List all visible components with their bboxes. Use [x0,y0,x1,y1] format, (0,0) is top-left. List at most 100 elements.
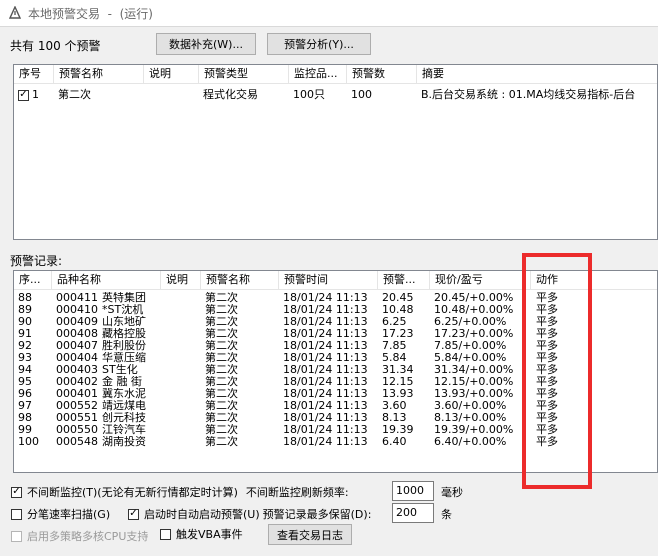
records-table-header: 序... 品种名称 说明 预警名称 预警时间 预警... 现价/盈亏 动作 [14,271,657,290]
max-records-unit: 条 [441,508,452,521]
vba-trigger-label: 触发VBA事件 [176,528,243,541]
col-rec-price[interactable]: 预警... [378,271,430,289]
col-desc[interactable]: 说明 [144,65,199,83]
view-trade-log-button[interactable]: 查看交易日志 [268,524,352,545]
tick-scan-label: 分笔速率扫描(G) [27,508,111,521]
refresh-label: 不间断监控刷新频率: [245,486,349,499]
record-row[interactable]: 95 000402 金 融 街 第二次 18/01/24 11:13 12.15 12.15… [14,376,657,388]
alert-row-checkbox[interactable]: ✓ [18,89,29,101]
record-row[interactable]: 100 000548 湖南投资 第二次 18/01/24 11:13 6.40 6.40/+… [14,436,657,448]
record-code: 000408 [56,328,98,340]
vba-trigger-option[interactable]: 触发VBA事件 [160,526,243,542]
col-rec-alert[interactable]: 预警名称 [201,271,279,289]
record-price: 13.93 [382,388,414,400]
record-stock-name: 金 融 街 [102,376,142,388]
record-price: 8.13 [382,412,407,424]
record-stock: 000401 冀东水泥 [52,388,161,400]
record-time: 18/01/24 11:13 [283,304,368,316]
tick-scan-checkbox[interactable] [11,508,22,520]
multi-strategy-label: 启用多策略多核CPU支持 [27,530,149,543]
record-stock: 000408 藏格控股 [52,328,161,340]
col-rec-time[interactable]: 预警时间 [279,271,378,289]
record-row[interactable]: 91 000408 藏格控股 第二次 18/01/24 11:13 17.23 17.23/… [14,328,657,340]
record-pnl: 19.39/+0.00% [434,424,514,436]
record-pnl: 6.40/+0.00% [434,436,507,448]
record-time: 18/01/24 11:13 [283,388,368,400]
record-price: 5.84 [382,352,407,364]
refresh-rate-input[interactable]: 1000 [392,481,434,501]
record-seq: 94 [18,364,32,376]
record-pnl: 13.93/+0.00% [434,388,514,400]
continuous-monitor-option[interactable]: ✓ 不间断监控(T)(无论有无新行情都定时计算) 不间断监控刷新频率: [11,484,349,500]
vba-trigger-checkbox[interactable] [160,528,171,540]
col-summary[interactable]: 摘要 [417,65,657,83]
record-row[interactable]: 94 000403 ST生化 第二次 18/01/24 11:13 31.34 31.34/… [14,364,657,376]
col-monitor[interactable]: 监控品... [289,65,347,83]
max-records-input[interactable]: 200 [392,503,434,523]
records-body: 88 000411 英特集团 第二次 18/01/24 11:13 20.45 20.45/… [14,292,657,448]
record-pnl: 17.23/+0.00% [434,328,514,340]
record-row[interactable]: 89 000410 *ST沈机 第二次 18/01/24 11:13 10.48 10.48… [14,304,657,316]
record-desc [161,424,201,436]
record-desc [161,364,201,376]
record-row[interactable]: 90 000409 山东地矿 第二次 18/01/24 11:13 6.25 6.25/+0… [14,316,657,328]
multi-strategy-checkbox[interactable] [11,530,22,542]
records-table[interactable]: 序... 品种名称 说明 预警名称 预警时间 预警... 现价/盈亏 动作 88… [13,270,658,473]
record-code: 000410 [56,304,98,316]
alerts-table[interactable]: 序号 预警名称 说明 预警类型 监控品... 预警数 摘要 ✓ 1 第二次 程式… [13,64,658,240]
record-code: 000402 [56,376,98,388]
record-pnl: 3.60/+0.00% [434,400,507,412]
tick-scan-option[interactable]: 分笔速率扫描(G) [11,506,110,522]
record-row[interactable]: 88 000411 英特集团 第二次 18/01/24 11:13 20.45 20.45/… [14,292,657,304]
record-stock-name: 江铃汽车 [102,424,146,436]
record-seq: 95 [18,376,32,388]
record-action: 平多 [536,352,558,364]
multi-strategy-option[interactable]: 启用多策略多核CPU支持 [11,528,148,544]
record-code: 000409 [56,316,98,328]
col-seq[interactable]: 序号 [14,65,54,83]
col-name[interactable]: 预警名称 [54,65,144,83]
record-time: 18/01/24 11:13 [283,400,368,412]
col-rec-name[interactable]: 品种名称 [52,271,161,289]
record-price: 3.60 [382,400,407,412]
col-rec-pnl[interactable]: 现价/盈亏 [430,271,531,289]
record-time: 18/01/24 11:13 [283,364,368,376]
record-desc [161,316,201,328]
data-supplement-button[interactable]: 数据补充(W)... [156,33,256,55]
record-seq: 96 [18,388,32,400]
record-desc [161,412,201,424]
record-row[interactable]: 99 000550 江铃汽车 第二次 18/01/24 11:13 19.39 19.39/… [14,424,657,436]
record-pnl: 12.15/+0.00% [434,376,514,388]
record-alert-name: 第二次 [205,400,238,412]
auto-start-option[interactable]: ✓ 启动时自动启动预警(U) 预警记录最多保留(D): [128,506,371,522]
col-count[interactable]: 预警数 [347,65,417,83]
col-rec-desc[interactable]: 说明 [161,271,201,289]
record-desc [161,376,201,388]
record-pnl: 7.85/+0.00% [434,340,507,352]
record-row[interactable]: 93 000404 华意压缩 第二次 18/01/24 11:13 5.84 5.84/+0… [14,352,657,364]
alert-row-desc [144,87,199,103]
record-stock: 000551 创元科技 [52,412,161,424]
record-stock-name: *ST沈机 [102,304,144,316]
record-row[interactable]: 98 000551 创元科技 第二次 18/01/24 11:13 8.13 8.13/+0… [14,412,657,424]
alert-row[interactable]: ✓ 1 第二次 程式化交易 100只 100 B.后台交易系统 : 01.MA均… [14,87,657,103]
alert-row-summary: B.后台交易系统 : 01.MA均线交易指标-后台 [421,88,636,101]
record-price: 31.34 [382,364,414,376]
record-price: 7.85 [382,340,407,352]
record-code: 000403 [56,364,98,376]
record-stock: 000550 江铃汽车 [52,424,161,436]
record-stock-name: 创元科技 [102,412,146,424]
record-row[interactable]: 96 000401 冀东水泥 第二次 18/01/24 11:13 13.93 13.93/… [14,388,657,400]
col-type[interactable]: 预警类型 [199,65,289,83]
record-alert-name: 第二次 [205,388,238,400]
record-row[interactable]: 97 000552 靖远煤电 第二次 18/01/24 11:13 3.60 3.60/+0… [14,400,657,412]
col-rec-action[interactable]: 动作 [531,271,657,289]
alert-analysis-button[interactable]: 预警分析(Y)... [267,33,371,55]
col-rec-seq[interactable]: 序... [14,271,52,289]
auto-start-checkbox[interactable]: ✓ [128,508,139,520]
continuous-monitor-checkbox[interactable]: ✓ [11,486,22,498]
record-price: 19.39 [382,424,414,436]
record-row[interactable]: 92 000407 胜利股份 第二次 18/01/24 11:13 7.85 7.85/+0… [14,340,657,352]
record-time: 18/01/24 11:13 [283,436,368,448]
record-desc [161,400,201,412]
